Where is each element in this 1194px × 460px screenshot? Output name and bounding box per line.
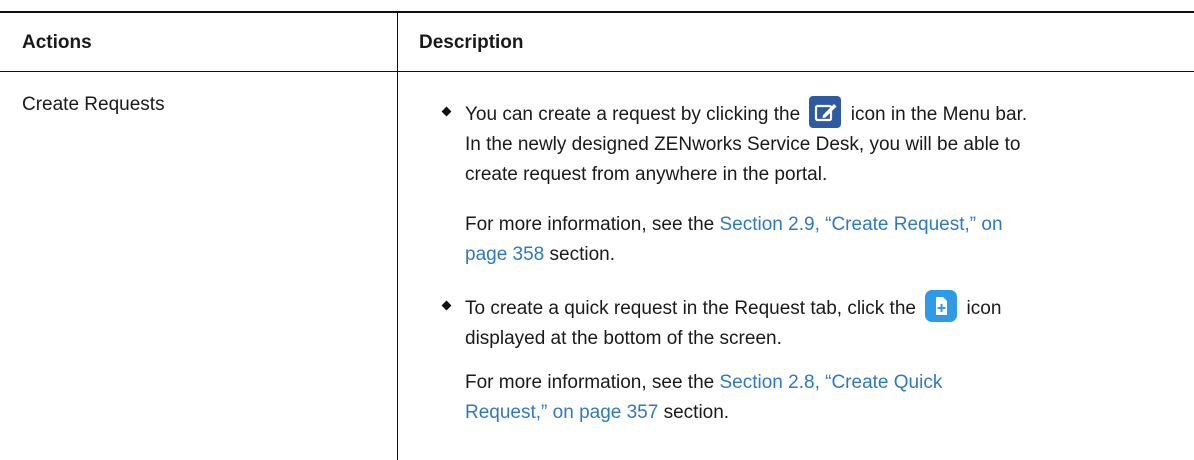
bullet1-paragraph: You can create a request by clicking the… (465, 96, 1189, 190)
more-info-prefix: For more information, see the (465, 214, 715, 235)
bullet-marker (441, 300, 452, 311)
link-section-2-9-page[interactable]: page 358 (465, 244, 544, 265)
actions-table: Actions Description Create Requests You … (0, 0, 1194, 460)
bullet-marker (441, 106, 452, 117)
bullet1-text-before: You can create a request by clicking the (465, 104, 801, 125)
bullet2-paragraph: To create a quick request in the Request… (465, 290, 1189, 354)
header-actions: Actions (22, 32, 92, 53)
link-section-2-8-page[interactable]: Request,” on page 357 (465, 402, 658, 423)
bullet1-text-after: icon in the Menu bar. (850, 104, 1028, 125)
bullet2-line2: displayed at the bottom of the screen. (465, 328, 782, 349)
header-description: Description (419, 32, 524, 53)
bullet2-text-after: icon (966, 298, 1002, 319)
header-divider (0, 71, 1194, 72)
link-section-2-9[interactable]: Section 2.9, “Create Request,” on (720, 214, 1003, 235)
bullet2-text-before: To create a quick request in the Request… (465, 298, 916, 319)
action-create-requests: Create Requests (22, 94, 165, 115)
more-info-suffix: section. (549, 244, 616, 265)
bullet-item-create-request: You can create a request by clicking the… (419, 96, 1189, 270)
bullet1-more-info: For more information, see the Section 2.… (465, 210, 1189, 270)
edit-request-icon (809, 96, 842, 128)
bullet1-line3: create request from anywhere in the port… (465, 164, 828, 185)
bullet2-more-info: For more information, see the Section 2.… (465, 368, 1189, 428)
bullet-item-quick-request: To create a quick request in the Request… (419, 290, 1189, 428)
bullet1-line2: In the newly designed ZENworks Service D… (465, 134, 1021, 155)
more-info-suffix: section. (663, 402, 730, 423)
quick-request-icon (925, 290, 958, 322)
description-cell: You can create a request by clicking the… (419, 94, 1189, 428)
link-section-2-8[interactable]: Section 2.8, “Create Quick (720, 372, 943, 393)
column-divider (397, 11, 398, 460)
table-top-border (0, 11, 1194, 13)
more-info-prefix: For more information, see the (465, 372, 715, 393)
